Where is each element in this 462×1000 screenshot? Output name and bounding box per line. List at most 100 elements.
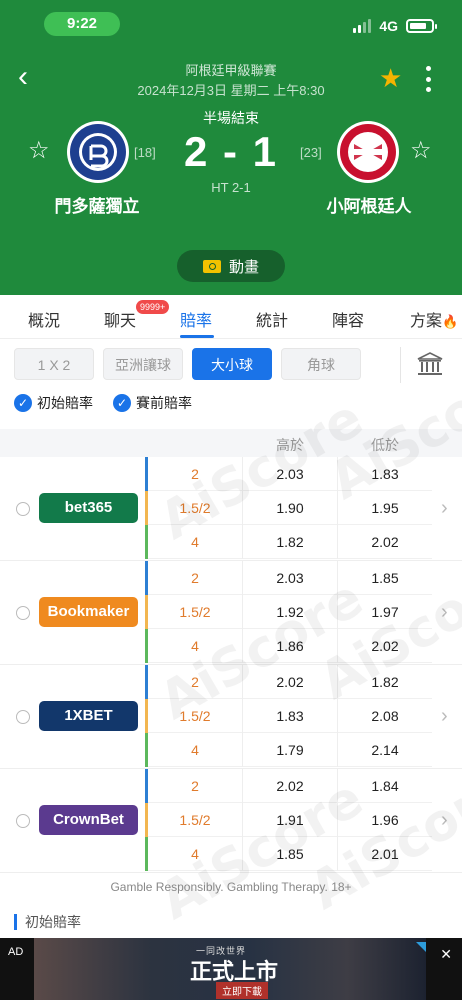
home-team-logo[interactable] <box>66 120 130 184</box>
market-1x2[interactable]: 1 X 2 <box>14 348 94 380</box>
chevron-right-icon[interactable]: › <box>441 809 448 832</box>
chevron-right-icon[interactable]: › <box>441 497 448 520</box>
market-asian-handicap[interactable]: 亞洲讓球 <box>103 348 183 380</box>
tab-chat[interactable]: 聊天 <box>104 307 136 331</box>
tab-stats[interactable]: 統計 <box>256 307 288 331</box>
tab-odds[interactable]: 賠率 <box>180 307 212 331</box>
battery-icon <box>406 19 437 33</box>
odds-row[interactable]: 4 1.85 2.01 <box>148 837 432 871</box>
under-column-label: 低於 <box>371 437 399 453</box>
over-odds: 1.90 <box>242 491 337 525</box>
signal-icon <box>353 19 372 33</box>
bookmaker-block[interactable]: Bookmaker 2 2.03 1.85 1.5/2 1.92 1.97 4 1.86 2.02… <box>0 561 462 665</box>
bookmaker-block[interactable]: bet365 2 2.03 1.83 1.5/2 1.90 1.95 4 1.82 2.02 › <box>0 457 462 561</box>
under-odds: 2.08 <box>337 699 432 733</box>
odds-row[interactable]: 1.5/2 1.90 1.95 <box>148 491 432 525</box>
odds-row[interactable]: 2 2.02 1.82 <box>148 665 432 699</box>
goal-line: 1.5/2 <box>179 708 211 724</box>
over-odds: 1.86 <box>242 629 337 663</box>
ad-download-button[interactable]: 立即下載 <box>216 982 268 999</box>
odds-row[interactable]: 1.5/2 1.83 2.08 <box>148 699 432 733</box>
bank-icon[interactable] <box>416 351 444 377</box>
status-time: 9:22 <box>44 12 120 36</box>
goal-line: 2 <box>191 674 199 690</box>
over-odds: 1.85 <box>242 837 337 871</box>
bookmaker-logo[interactable]: bet365 <box>39 493 138 523</box>
odds-row[interactable]: 4 1.79 2.14 <box>148 733 432 767</box>
bookmaker-radio[interactable] <box>16 606 30 620</box>
bookmaker-logo[interactable]: CrownBet <box>39 805 138 835</box>
market-corners[interactable]: 角球 <box>281 348 361 380</box>
odds-row[interactable]: 1.5/2 1.91 1.96 <box>148 803 432 837</box>
bookmaker-block[interactable]: CrownBet 2 2.02 1.84 1.5/2 1.91 1.96 4 1.85 2.01 › <box>0 769 462 873</box>
tab-bar: 概況 聊天 賠率 統計 陣容 方案🔥 <box>0 295 462 339</box>
pre-match-odds-checkbox[interactable]: ✓ 賽前賠率 <box>113 393 192 413</box>
market-over-under[interactable]: 大小球 <box>192 348 272 380</box>
odds-column-header: 高於 低於 <box>0 429 462 457</box>
goal-line: 2 <box>191 466 199 482</box>
over-column-label: 高於 <box>276 437 304 453</box>
bookmaker-radio[interactable] <box>16 814 30 828</box>
more-options-icon[interactable] <box>423 66 433 92</box>
under-odds: 1.84 <box>337 769 432 803</box>
section-marker <box>14 914 17 930</box>
goal-line: 4 <box>191 534 199 550</box>
away-team-logo[interactable] <box>336 120 400 184</box>
active-tab-indicator <box>180 335 214 338</box>
bookmaker-logo[interactable]: Bookmaker <box>39 597 138 627</box>
odds-row[interactable]: 2 2.03 1.83 <box>148 457 432 491</box>
home-follow-star-icon[interactable]: ☆ <box>28 138 50 164</box>
goal-line: 1.5/2 <box>179 604 211 620</box>
bookmaker-radio[interactable] <box>16 502 30 516</box>
bookmaker-radio[interactable] <box>16 710 30 724</box>
tab-overview[interactable]: 概況 <box>28 307 60 331</box>
over-odds: 1.91 <box>242 803 337 837</box>
over-odds: 1.82 <box>242 525 337 559</box>
bookmaker-block[interactable]: 1XBET 2 2.02 1.82 1.5/2 1.83 2.08 4 1.79 2.14 › <box>0 665 462 769</box>
under-odds: 1.95 <box>337 491 432 525</box>
odds-row[interactable]: 2 2.03 1.85 <box>148 561 432 595</box>
checkmark-icon: ✓ <box>113 394 131 412</box>
home-team-rank: [18] <box>134 145 156 160</box>
animation-button[interactable]: 動畫 <box>177 250 285 282</box>
ad-banner[interactable]: AD 一同改世界 正式上市 立即下載 ✕ <box>0 938 462 1000</box>
section-title: 初始賠率 <box>25 914 81 930</box>
home-team-name[interactable]: 門多薩獨立 <box>38 192 156 217</box>
away-team-name[interactable]: 小阿根廷人 <box>310 192 428 217</box>
animation-icon <box>202 259 221 273</box>
tab-plans[interactable]: 方案🔥 <box>410 307 458 331</box>
close-icon[interactable]: ✕ <box>440 946 452 963</box>
odds-row[interactable]: 1.5/2 1.92 1.97 <box>148 595 432 629</box>
network-type: 4G <box>379 18 398 34</box>
chevron-right-icon[interactable]: › <box>441 601 448 624</box>
goal-line: 4 <box>191 638 199 654</box>
ad-label: AD <box>8 946 24 958</box>
fire-icon: 🔥 <box>442 314 459 329</box>
animation-label: 動畫 <box>228 258 259 276</box>
ad-choices-icon[interactable] <box>416 942 426 952</box>
away-follow-star-icon[interactable]: ☆ <box>410 138 432 164</box>
initial-odds-label: 初始賠率 <box>37 395 93 411</box>
under-odds: 2.02 <box>337 629 432 663</box>
under-odds: 1.96 <box>337 803 432 837</box>
goal-line: 2 <box>191 570 199 586</box>
tab-lineup[interactable]: 陣容 <box>332 307 364 331</box>
over-odds: 1.79 <box>242 733 337 767</box>
over-odds: 2.03 <box>242 561 337 595</box>
tab-plans-label: 方案 <box>410 313 443 330</box>
under-odds: 1.97 <box>337 595 432 629</box>
odds-row[interactable]: 4 1.82 2.02 <box>148 525 432 559</box>
under-odds: 1.83 <box>337 457 432 491</box>
bookmaker-logo[interactable]: 1XBET <box>39 701 138 731</box>
goal-line: 4 <box>191 846 199 862</box>
ad-label-area: AD <box>0 938 34 1000</box>
odds-row[interactable]: 4 1.86 2.02 <box>148 629 432 663</box>
odds-row[interactable]: 2 2.02 1.84 <box>148 769 432 803</box>
under-odds: 1.85 <box>337 561 432 595</box>
ad-close-area: ✕ <box>426 938 462 1000</box>
initial-odds-checkbox[interactable]: ✓ 初始賠率 <box>14 393 93 413</box>
divider <box>400 347 401 383</box>
gambling-disclaimer: Gamble Responsibly. Gambling Therapy. 18… <box>110 880 352 894</box>
favorite-star-icon[interactable]: ★ <box>379 64 402 92</box>
chevron-right-icon[interactable]: › <box>441 705 448 728</box>
